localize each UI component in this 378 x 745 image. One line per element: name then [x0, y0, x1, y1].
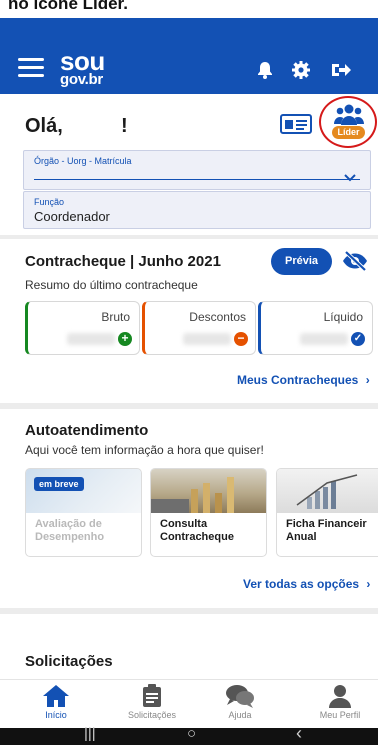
paycard-deductions-label: Descontos: [189, 310, 246, 324]
chevron-right-icon: ›: [365, 373, 370, 387]
see-all-options-label: Ver todas as opções: [243, 577, 360, 591]
paycard-deductions[interactable]: Descontos −: [142, 301, 256, 355]
system-navigation-bar: ||| ○ ‹: [0, 723, 378, 745]
chevron-down-icon[interactable]: [344, 174, 356, 182]
coming-soon-badge: em breve: [34, 477, 84, 491]
service-card-performance-label: Avaliação de Desempenho: [35, 518, 104, 544]
service-card-paycheck-label: Consulta Contracheque: [160, 518, 234, 544]
back-button[interactable]: ‹: [296, 723, 302, 744]
app-logo: sou gov.br: [60, 48, 105, 87]
funcao-value: Coordenador: [34, 209, 110, 224]
nav-profile[interactable]: Meu Perfil: [305, 680, 375, 729]
home-icon: [43, 685, 69, 707]
requests-title: Solicitações: [25, 653, 113, 670]
orgao-label: Órgão - Uorg - Matrícula: [34, 156, 132, 166]
service-name-line2: Contracheque: [160, 531, 234, 543]
clipboard-icon: [143, 684, 161, 707]
see-all-options-link[interactable]: Ver todas as opções ›: [243, 577, 370, 591]
paycard-gross-label: Bruto: [101, 310, 130, 324]
paycheck-subtitle: Resumo do último contracheque: [25, 278, 198, 292]
plus-circle-icon: +: [118, 332, 132, 346]
chart-image: [277, 469, 378, 513]
performance-image: [26, 469, 141, 513]
service-name-line1: Consulta: [160, 518, 208, 530]
gear-icon[interactable]: [291, 60, 311, 80]
coins-image: [151, 469, 266, 513]
service-card-paycheck[interactable]: Consulta Contracheque: [150, 468, 267, 557]
service-name-line2: Anual: [286, 531, 317, 543]
nav-help[interactable]: Ajuda: [205, 680, 275, 729]
orgao-select[interactable]: Órgão - Uorg - Matrícula: [23, 150, 371, 190]
service-card-financial-record[interactable]: Ficha Financeir Anual: [276, 468, 378, 557]
top-caption-strip: no ícone Líder.: [0, 0, 378, 18]
service-card-performance[interactable]: em breve Avaliação de Desempenho: [25, 468, 142, 557]
top-caption-text: no ícone Líder.: [8, 0, 128, 13]
logo-line2: gov.br: [60, 71, 103, 88]
funcao-label: Função: [34, 197, 65, 207]
section-divider: [0, 608, 378, 614]
id-card-icon[interactable]: [280, 114, 312, 139]
bottom-navigation: Início Solicitações Ajuda Meu Perfil: [0, 679, 378, 728]
greeting: Olá,: [25, 115, 63, 137]
nav-requests-label: Solicitações: [127, 710, 177, 720]
hidden-value: [183, 333, 231, 345]
self-service-subtitle: Aqui você tem informação a hora que quis…: [25, 443, 264, 457]
service-card-financial-record-label: Ficha Financeir Anual: [286, 518, 367, 544]
recents-button[interactable]: |||: [84, 725, 96, 742]
paycard-gross[interactable]: Bruto +: [25, 301, 140, 355]
minus-circle-icon: −: [234, 332, 248, 346]
home-button[interactable]: ○: [187, 725, 196, 742]
paycheck-title: Contracheque | Junho 2021: [25, 253, 221, 270]
check-circle-icon: ✓: [351, 332, 365, 346]
section-divider: [0, 403, 378, 409]
nav-profile-label: Meu Perfil: [319, 710, 361, 720]
greeting-end: !: [121, 115, 128, 137]
nav-requests[interactable]: Solicitações: [117, 680, 187, 729]
eye-slash-icon[interactable]: [342, 250, 368, 277]
menu-icon[interactable]: [18, 58, 44, 78]
app-bar: sou gov.br: [0, 18, 378, 94]
nav-help-label: Ajuda: [228, 710, 252, 720]
service-name-line2: Desempenho: [35, 531, 105, 543]
service-name-line1: Ficha Financeir: [286, 518, 367, 530]
logout-icon[interactable]: [330, 60, 352, 80]
chevron-right-icon: ›: [366, 577, 371, 591]
my-paychecks-link-label: Meus Contracheques: [237, 373, 359, 387]
nav-home[interactable]: Início: [21, 680, 91, 729]
hidden-value: [67, 333, 115, 345]
self-service-title: Autoatendimento: [25, 422, 149, 439]
section-divider: [0, 235, 378, 239]
paycard-net[interactable]: Líquido ✓: [258, 301, 373, 355]
my-paychecks-link[interactable]: Meus Contracheques ›: [237, 373, 370, 387]
nav-home-label: Início: [45, 710, 67, 720]
funcao-field: Função Coordenador: [23, 191, 371, 229]
preview-button[interactable]: Prévia: [271, 248, 332, 275]
bell-icon[interactable]: [255, 60, 275, 80]
leader-badge[interactable]: Líder: [332, 126, 365, 139]
orgao-underline: [34, 179, 360, 180]
service-name-line1: Avaliação de: [35, 518, 102, 530]
user-icon: [329, 685, 351, 708]
hidden-value: [300, 333, 348, 345]
chat-bubbles-icon: [226, 685, 254, 708]
paycard-net-label: Líquido: [323, 310, 363, 324]
